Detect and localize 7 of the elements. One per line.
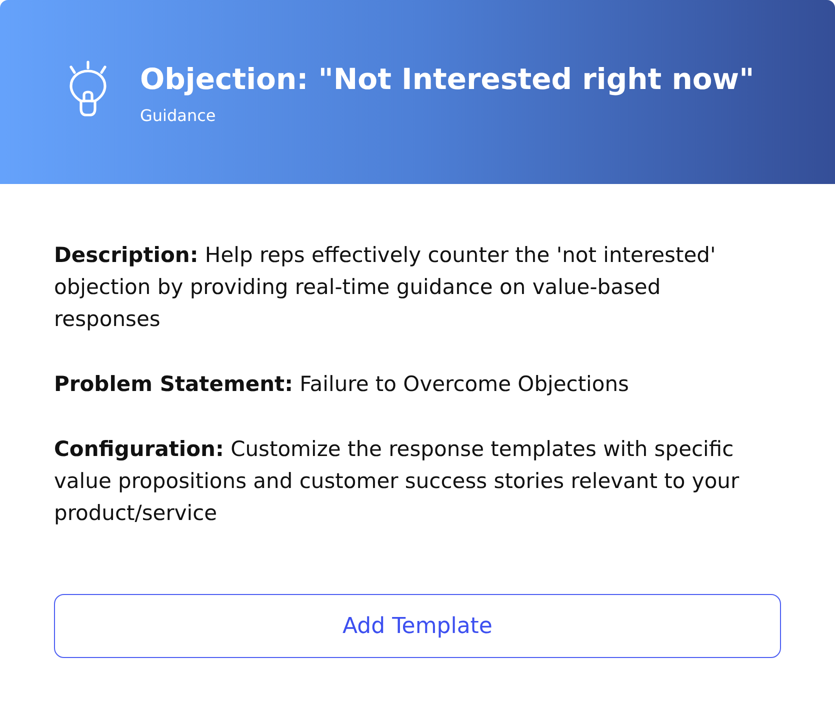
- card-title: Objection: "Not Interested right now": [140, 61, 754, 98]
- info-paragraph: Problem Statement: Failure to Overcome Objections: [54, 371, 630, 398]
- info-paragraph: Description: Help reps effectively counter the 'not interested' objection by providing real-time guidance on value-based responses: [54, 242, 717, 333]
- add-template-button[interactable]: Add Template: [54, 594, 781, 658]
- info-paragraph: Configuration: Customize the response templates with specific value propositions and customer success stories relevant to your product/service: [54, 436, 740, 527]
- card-subtitle: Guidance: [140, 105, 217, 127]
- lightbulb-icon: [68, 60, 108, 118]
